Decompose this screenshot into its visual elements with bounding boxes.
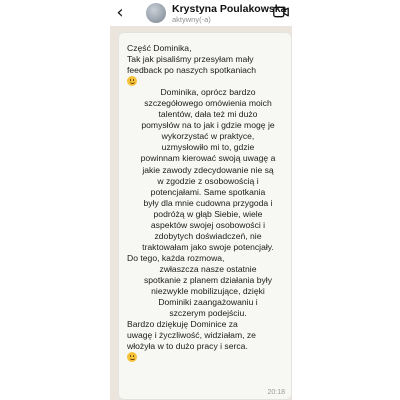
message-line: spotkanie z planem działania były	[143, 274, 273, 285]
message-line: talentów, dała też mi dużo	[158, 109, 258, 120]
message-line: Bardzo dziękuję Dominice za	[127, 319, 238, 330]
message-line: Dominiki zaangażowaniu i	[158, 297, 258, 308]
message-line: zdobytych doświadczeń, nie	[154, 230, 262, 241]
message-line: feedback po naszych spotkaniach	[127, 65, 256, 76]
message-line	[127, 76, 289, 87]
message-line: Część Dominika,	[127, 43, 192, 53]
message-line: podróżą w głąb Siebie, wiele	[153, 208, 263, 219]
message-line: jakie zawody zdecydowanie nie są	[142, 164, 274, 175]
smiling-face-emoji	[127, 352, 137, 363]
message-line: włożyła w to dużo pracy i serca.	[127, 341, 248, 352]
message-line: powinnam kierować swoją uwagę a	[140, 153, 276, 164]
message-line: wykorzystać w praktyce,	[161, 131, 255, 142]
message-text: Część Dominika, Tak jak pisaliśmy przesy…	[127, 43, 289, 363]
message-bubble[interactable]: Część Dominika, Tak jak pisaliśmy przesy…	[118, 32, 292, 400]
smiling-face-emoji	[127, 76, 137, 87]
video-camera-icon[interactable]	[273, 6, 289, 18]
message-line: zwłaszcza nasze ostatnie	[159, 263, 257, 274]
message-line: Do tego, każda rozmowa,	[127, 252, 225, 263]
message-line	[127, 352, 289, 363]
back-arrow-icon[interactable]: ‹	[113, 3, 127, 23]
message-timestamp: 20:18	[267, 389, 285, 396]
avatar[interactable]	[146, 3, 166, 23]
message-line: były dla mnie cudowna przygoda i	[143, 197, 273, 208]
contact-status: aktywny(-a)	[172, 15, 211, 24]
message-line: pomysłów na to jak i gdzie mogę je	[141, 120, 275, 131]
message-line: w zgodzie z osobowością i	[157, 175, 259, 186]
contact-name[interactable]: Krystyna Poulakowska	[172, 3, 286, 15]
chat-area[interactable]: Część Dominika, Tak jak pisaliśmy przesy…	[110, 26, 292, 400]
message-line: szczegółowego omówienia moich	[144, 98, 272, 109]
message-line: uwagę i życzliwość, widziałam, ze	[127, 330, 256, 341]
message-line: niezwykle mobilizujące, dzięki	[151, 286, 265, 297]
message-line: traktowałam jako swoje potencjały.	[142, 241, 274, 252]
message-line: aspektów swojej osobowości i	[150, 219, 266, 230]
message-line: potencjałami. Same spotkania	[150, 186, 266, 197]
message-line: Tak jak pisaliśmy przesyłam mały	[127, 54, 254, 65]
message-line: szczerym podejściu.	[169, 308, 247, 319]
message-line: Dominika, oprócz bardzo	[160, 87, 256, 98]
message-line: uzmysłowiło mi to, gdzie	[161, 142, 255, 153]
